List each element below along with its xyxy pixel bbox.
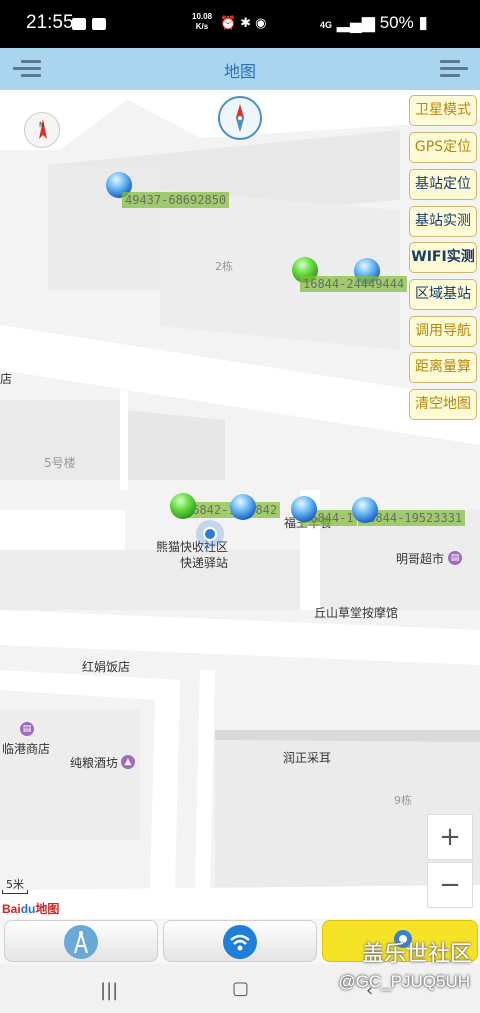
status-time: 21:55 (26, 12, 74, 33)
current-location-icon (196, 520, 224, 548)
poi-label: 润正采耳 (283, 751, 332, 765)
page-title: 地图 (223, 62, 256, 81)
notification-icon (72, 18, 86, 30)
poi-label: 临港商店 (2, 742, 51, 756)
building-label: 2栋 (215, 260, 233, 273)
svg-text:N: N (39, 121, 44, 129)
poi-label: 明哥超市 (396, 552, 445, 566)
area-base-station-button[interactable]: 区域基站 (409, 279, 477, 310)
building-label: 9栋 (394, 794, 412, 807)
distance-measure-button[interactable]: 距离量算 (409, 352, 477, 383)
cell-label: 16844-24449444 (300, 276, 408, 292)
poi-label: 丘山草堂按摩馆 (314, 606, 399, 620)
cell-tower-button[interactable] (4, 920, 158, 962)
poi-label: 店 (0, 372, 13, 386)
wifi-icon (223, 925, 257, 959)
navigation-button[interactable]: 调用导航 (409, 316, 477, 347)
gps-locate-button[interactable]: GPS定位 (409, 132, 477, 163)
status-glyph-icons: ⏰✱◉ (220, 16, 271, 31)
building-label: 5号楼 (44, 456, 76, 470)
scale-bar (2, 890, 28, 894)
network-speed: 10.08 K/s (192, 12, 213, 31)
north-compass-icon[interactable]: N (24, 112, 60, 148)
cell-marker[interactable] (170, 493, 196, 519)
poi-label: 纯粮酒坊 (70, 756, 119, 770)
cell-marker[interactable] (291, 496, 317, 522)
cell-marker[interactable] (230, 494, 256, 520)
wifi-button[interactable] (163, 920, 317, 962)
compass-dial-icon[interactable] (218, 96, 262, 140)
title-bar: 地图 (0, 48, 480, 90)
battery-icon: ▮ (418, 13, 428, 32)
zoom-in-button[interactable]: + (427, 814, 473, 860)
battery-level: 4G ▂▄▆ 50% ▮ (320, 13, 428, 32)
shop-icon: ▤ (20, 722, 34, 736)
watermark-text: 盖乐世社区 (361, 942, 472, 967)
baidu-logo: Baidu地图 (2, 902, 60, 916)
base-station-locate-button[interactable]: 基站定位 (409, 169, 477, 200)
cell-marker[interactable] (352, 497, 378, 523)
base-station-measure-button[interactable]: 基站实测 (409, 206, 477, 237)
watermark-handle: @GC_PJUQ5UH (338, 972, 470, 991)
satellite-mode-button[interactable]: 卫星模式 (409, 95, 477, 126)
home-icon[interactable]: ▢ (232, 978, 249, 999)
wifi-measure-button[interactable]: WIFI实测 (409, 242, 477, 273)
poi-label: 快递驿站 (180, 556, 229, 570)
poi-label: 红娟饭店 (82, 660, 131, 674)
shop-icon: ▤ (448, 551, 462, 565)
notification-icons (72, 18, 106, 30)
cell-tower-icon (64, 925, 98, 959)
cell-label: 49437-68692850 (122, 192, 230, 208)
recent-apps-icon[interactable]: ||| (100, 980, 118, 1001)
zoom-out-button[interactable]: − (427, 862, 473, 908)
clear-map-button[interactable]: 清空地图 (409, 389, 477, 420)
right-menu-icon[interactable] (440, 58, 468, 80)
liquor-shop-icon: ▲ (121, 755, 135, 769)
map-view[interactable]: N 2栋 店 5号楼 熊猫快收社区 快递驿站 福王早餐 明哥超市 ▤ 丘山草堂按… (0, 90, 480, 918)
gallery-icon (92, 18, 106, 30)
status-bar: 21:55 10.08 K/s ⏰✱◉ 4G ▂▄▆ 50% ▮ (0, 0, 480, 48)
signal-icon: ▂▄▆ (336, 13, 375, 32)
